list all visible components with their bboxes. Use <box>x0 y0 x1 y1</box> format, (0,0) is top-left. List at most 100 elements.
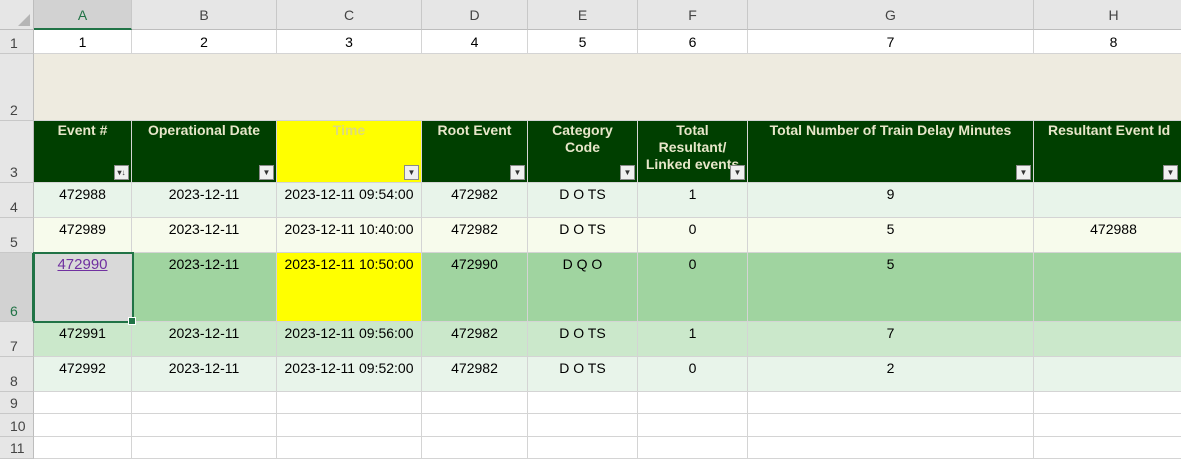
cell-f1[interactable]: 6 <box>638 30 748 54</box>
cell-event-number[interactable]: 472991 <box>34 322 132 357</box>
header-event-number[interactable]: Event # ▾↓ <box>34 121 132 183</box>
row-header-2[interactable]: 2 <box>0 54 34 121</box>
header-time[interactable]: Time ▼ <box>277 121 422 183</box>
empty-cell[interactable] <box>638 392 748 414</box>
sort-filter-icon[interactable]: ▾↓ <box>114 165 129 180</box>
cell-root-event[interactable]: 472982 <box>422 357 528 392</box>
cell-root-event[interactable]: 472990 <box>422 253 528 322</box>
banner-cell[interactable] <box>34 54 1181 121</box>
empty-cell[interactable] <box>277 392 422 414</box>
cell-resultant-event-id[interactable] <box>1034 322 1181 357</box>
empty-cell[interactable] <box>1034 392 1181 414</box>
cell-delay-minutes[interactable]: 7 <box>748 322 1034 357</box>
empty-cell[interactable] <box>528 414 638 437</box>
cell-resultant-event-id[interactable] <box>1034 253 1181 322</box>
cell-time[interactable]: 2023-12-11 10:40:00 <box>277 218 422 253</box>
cell-operational-date[interactable]: 2023-12-11 <box>132 357 277 392</box>
header-category-code[interactable]: Category Code ▼ <box>528 121 638 183</box>
row-header-5[interactable]: 5 <box>0 218 34 253</box>
cell-delay-minutes[interactable]: 5 <box>748 218 1034 253</box>
cell-time[interactable]: 2023-12-11 09:52:00 <box>277 357 422 392</box>
header-operational-date[interactable]: Operational Date ▼ <box>132 121 277 183</box>
dropdown-icon[interactable]: ▼ <box>259 165 274 180</box>
row-header-10[interactable]: 10 <box>0 414 34 437</box>
select-all-corner[interactable] <box>0 0 34 30</box>
empty-cell[interactable] <box>132 414 277 437</box>
cell-operational-date[interactable]: 2023-12-11 <box>132 253 277 322</box>
cell-category-code[interactable]: D O TS <box>528 322 638 357</box>
empty-cell[interactable] <box>528 392 638 414</box>
column-header-d[interactable]: D <box>422 0 528 30</box>
empty-cell[interactable] <box>277 437 422 459</box>
cell-time[interactable]: 2023-12-11 09:56:00 <box>277 322 422 357</box>
column-header-b[interactable]: B <box>132 0 277 30</box>
cell-total-resultant[interactable]: 0 <box>638 218 748 253</box>
cell-e1[interactable]: 5 <box>528 30 638 54</box>
dropdown-icon[interactable]: ▼ <box>730 165 745 180</box>
empty-cell[interactable] <box>277 414 422 437</box>
header-train-delay-minutes[interactable]: Total Number of Train Delay Minutes ▼ <box>748 121 1034 183</box>
cell-delay-minutes[interactable]: 5 <box>748 253 1034 322</box>
dropdown-icon[interactable]: ▼ <box>620 165 635 180</box>
empty-cell[interactable] <box>422 437 528 459</box>
cell-root-event[interactable]: 472982 <box>422 218 528 253</box>
empty-cell[interactable] <box>1034 437 1181 459</box>
row-header-4[interactable]: 4 <box>0 183 34 218</box>
column-header-h[interactable]: H <box>1034 0 1181 30</box>
cell-category-code[interactable]: D O TS <box>528 357 638 392</box>
cell-total-resultant[interactable]: 1 <box>638 322 748 357</box>
event-link[interactable]: 472990 <box>57 256 107 273</box>
cell-delay-minutes[interactable]: 9 <box>748 183 1034 218</box>
empty-cell[interactable] <box>422 414 528 437</box>
column-header-g[interactable]: G <box>748 0 1034 30</box>
empty-cell[interactable] <box>528 437 638 459</box>
row-header-3[interactable]: 3 <box>0 121 34 183</box>
row-header-7[interactable]: 7 <box>0 322 34 357</box>
cell-resultant-event-id[interactable] <box>1034 183 1181 218</box>
cell-root-event[interactable]: 472982 <box>422 322 528 357</box>
cell-time[interactable]: 2023-12-11 09:54:00 <box>277 183 422 218</box>
row-header-11[interactable]: 11 <box>0 437 34 459</box>
empty-cell[interactable] <box>34 392 132 414</box>
column-header-c[interactable]: C <box>277 0 422 30</box>
cell-delay-minutes[interactable]: 2 <box>748 357 1034 392</box>
cell-category-code[interactable]: D O TS <box>528 218 638 253</box>
row-header-9[interactable]: 9 <box>0 392 34 414</box>
empty-cell[interactable] <box>1034 414 1181 437</box>
cell-operational-date[interactable]: 2023-12-11 <box>132 183 277 218</box>
dropdown-icon[interactable]: ▼ <box>404 165 419 180</box>
dropdown-icon[interactable]: ▼ <box>1016 165 1031 180</box>
empty-cell[interactable] <box>132 392 277 414</box>
empty-cell[interactable] <box>34 437 132 459</box>
header-resultant-event-id[interactable]: Resultant Event Id ▼ <box>1034 121 1181 183</box>
header-total-resultant[interactable]: Total Resultant/ Linked events ▼ <box>638 121 748 183</box>
column-header-f[interactable]: F <box>638 0 748 30</box>
row-header-8[interactable]: 8 <box>0 357 34 392</box>
cell-event-number[interactable]: 472992 <box>34 357 132 392</box>
empty-cell[interactable] <box>638 437 748 459</box>
cell-root-event[interactable]: 472982 <box>422 183 528 218</box>
empty-cell[interactable] <box>638 414 748 437</box>
cell-operational-date[interactable]: 2023-12-11 <box>132 218 277 253</box>
cell-resultant-event-id[interactable]: 472988 <box>1034 218 1181 253</box>
cell-category-code[interactable]: D O TS <box>528 183 638 218</box>
empty-cell[interactable] <box>34 414 132 437</box>
cell-c1[interactable]: 3 <box>277 30 422 54</box>
dropdown-icon[interactable]: ▼ <box>1163 165 1178 180</box>
row-header-6[interactable]: 6 <box>0 253 34 322</box>
column-header-a[interactable]: A <box>34 0 132 30</box>
row-header-1[interactable]: 1 <box>0 30 34 54</box>
empty-cell[interactable] <box>748 437 1034 459</box>
cell-total-resultant[interactable]: 0 <box>638 357 748 392</box>
cell-d1[interactable]: 4 <box>422 30 528 54</box>
cell-total-resultant[interactable]: 1 <box>638 183 748 218</box>
cell-event-number[interactable]: 472988 <box>34 183 132 218</box>
empty-cell[interactable] <box>132 437 277 459</box>
empty-cell[interactable] <box>748 414 1034 437</box>
cell-event-number[interactable]: 472989 <box>34 218 132 253</box>
cell-h1[interactable]: 8 <box>1034 30 1181 54</box>
empty-cell[interactable] <box>748 392 1034 414</box>
cell-category-code[interactable]: D Q O <box>528 253 638 322</box>
column-header-e[interactable]: E <box>528 0 638 30</box>
cell-g1[interactable]: 7 <box>748 30 1034 54</box>
